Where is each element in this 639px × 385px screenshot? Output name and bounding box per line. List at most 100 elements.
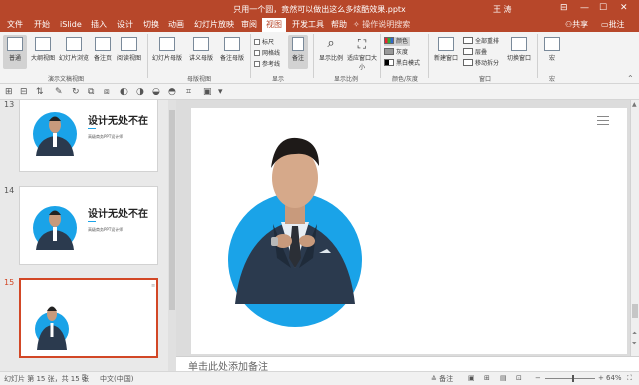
slide-thumbnail-pane[interactable]: 13 设计无处不在 高级商务PPT设计师 14 设计无处不在 高级商务PPT设计… bbox=[0, 100, 171, 371]
slide-sorter-button[interactable]: 幻灯片浏览 bbox=[58, 35, 90, 69]
thumbnail-scrollbar[interactable] bbox=[168, 100, 176, 371]
tab-slideshow[interactable]: 幻灯片放映 bbox=[194, 18, 234, 32]
notes-toggle-button[interactable]: 备注 bbox=[288, 35, 308, 69]
rotate-icon[interactable]: ↻ bbox=[72, 87, 80, 97]
notes-pane[interactable]: 单击此处添加备注 bbox=[176, 356, 639, 373]
tab-help[interactable]: 帮助 bbox=[331, 18, 347, 32]
slideshow-status-icon[interactable]: ⊡ bbox=[516, 374, 522, 382]
handout-master-icon bbox=[193, 37, 209, 51]
editor-scrollbar[interactable]: ▲ ⏶ ⏷ bbox=[630, 100, 639, 356]
slide-counter: 幻灯片 第 15 张，共 15 张 bbox=[4, 375, 89, 383]
guides-checkbox[interactable]: 参考线 bbox=[254, 59, 280, 68]
format-painter-icon[interactable]: ✎ bbox=[55, 87, 63, 97]
tell-me-search[interactable]: ✧ 操作说明搜索 bbox=[353, 18, 410, 32]
zoom-slider-thumb[interactable] bbox=[572, 375, 574, 382]
reading-view-button[interactable]: 阅读视图 bbox=[115, 35, 143, 69]
shape-intersect-icon[interactable]: ◑ bbox=[136, 87, 144, 97]
crop-icon[interactable]: ⌗ bbox=[186, 87, 191, 97]
move-split-button[interactable]: 移动拆分 bbox=[463, 59, 499, 68]
zoom-slider-track[interactable] bbox=[545, 378, 595, 379]
scroll-up-icon[interactable]: ▲ bbox=[632, 101, 637, 108]
arrange-all-icon bbox=[463, 37, 473, 44]
ungroup-icon[interactable]: ⧈ bbox=[104, 87, 110, 97]
macros-button[interactable]: 宏 bbox=[542, 35, 562, 69]
current-slide[interactable] bbox=[191, 108, 627, 354]
arrange-all-button[interactable]: 全部重排 bbox=[463, 37, 499, 46]
share-button[interactable]: ⚇共享 bbox=[565, 18, 588, 32]
group-label-color: 颜色/灰度 bbox=[392, 76, 419, 83]
comments-button[interactable]: ▭批注 bbox=[601, 18, 625, 32]
distribute-icon[interactable]: ⊟ bbox=[20, 87, 28, 97]
slide-sorter-status-icon[interactable]: ⊞ bbox=[484, 374, 490, 382]
ruler-checkbox[interactable]: 标尺 bbox=[254, 37, 274, 46]
notes-status-button[interactable]: ≙ 备注 bbox=[431, 374, 453, 384]
minimize-icon[interactable]: — bbox=[580, 2, 589, 14]
user-name[interactable]: 王 涛 bbox=[493, 4, 512, 15]
slide-sorter-icon bbox=[66, 37, 82, 51]
slide-editor[interactable] bbox=[176, 100, 639, 356]
collapse-ribbon-icon[interactable]: ⌃ bbox=[627, 74, 634, 83]
notes-master-button[interactable]: 备注母版 bbox=[217, 35, 247, 69]
slide-thumbnail-15[interactable]: ≡ bbox=[19, 278, 158, 358]
prev-slide-icon[interactable]: ⏶ bbox=[632, 330, 637, 338]
fit-slide-icon[interactable]: ⛶ bbox=[627, 374, 632, 383]
grayscale-button[interactable]: 灰度 bbox=[384, 48, 408, 57]
gridlines-checkbox[interactable]: 网格线 bbox=[254, 48, 280, 57]
reading-view-icon bbox=[121, 37, 137, 51]
normal-view-icon bbox=[7, 37, 23, 51]
tab-developer[interactable]: 开发工具 bbox=[292, 18, 324, 32]
cascade-button[interactable]: 层叠 bbox=[463, 48, 487, 57]
image-icon[interactable]: ▣ bbox=[203, 87, 212, 97]
slide-thumbnail-13[interactable]: 设计无处不在 高级商务PPT设计师 bbox=[19, 100, 158, 172]
tab-transitions[interactable]: 切换 bbox=[143, 18, 159, 32]
reading-view-status-icon[interactable]: ▤ bbox=[500, 374, 507, 382]
shape-subtract-icon[interactable]: ◒ bbox=[152, 87, 160, 97]
align-icon[interactable]: ⊞ bbox=[5, 87, 13, 97]
color-mode-button[interactable]: 颜色 bbox=[384, 37, 411, 46]
switch-windows-button[interactable]: 切换窗口 bbox=[505, 35, 533, 69]
ribbon-display-options-icon[interactable]: ⊟ bbox=[560, 2, 568, 14]
shape-union-icon[interactable]: ◐ bbox=[120, 87, 128, 97]
language-indicator[interactable]: 中文(中国) bbox=[100, 374, 133, 384]
tab-islide[interactable]: iSlide bbox=[60, 18, 82, 32]
spellcheck-icon[interactable]: ⎘ bbox=[82, 374, 88, 383]
slide-title: 设计无处不在 bbox=[88, 116, 148, 127]
group-label-macros: 宏 bbox=[549, 76, 556, 83]
maximize-icon[interactable]: ☐ bbox=[599, 2, 607, 14]
tab-home[interactable]: 开始 bbox=[34, 18, 50, 32]
scrollbar-thumb[interactable] bbox=[632, 304, 638, 318]
slide-thumbnail-14[interactable]: 设计无处不在 高级商务PPT设计师 bbox=[19, 186, 158, 265]
zoom-button[interactable]: ⌕ 显示比例 bbox=[316, 35, 346, 69]
more-icon[interactable]: ▾ bbox=[218, 87, 223, 97]
black-white-button[interactable]: 黑白模式 bbox=[384, 59, 420, 68]
accent-line bbox=[88, 128, 96, 129]
scrollbar-thumb[interactable] bbox=[169, 110, 175, 310]
zoom-in-icon[interactable]: + bbox=[598, 374, 604, 382]
outline-view-button[interactable]: 大纲视图 bbox=[29, 35, 57, 69]
close-icon[interactable]: ✕ bbox=[620, 2, 628, 14]
tab-animations[interactable]: 动画 bbox=[168, 18, 184, 32]
magnifier-icon: ⌕ bbox=[327, 36, 335, 51]
color-swatch-icon bbox=[384, 37, 394, 44]
tab-review[interactable]: 审阅 bbox=[241, 18, 257, 32]
tab-insert[interactable]: 插入 bbox=[91, 18, 107, 32]
next-slide-icon[interactable]: ⏷ bbox=[632, 340, 637, 348]
tab-view[interactable]: 视图 bbox=[262, 18, 286, 32]
tab-design[interactable]: 设计 bbox=[117, 18, 133, 32]
handout-master-button[interactable]: 讲义母版 bbox=[186, 35, 216, 69]
shape-fragment-icon[interactable]: ◓ bbox=[168, 87, 176, 97]
outline-view-icon bbox=[35, 37, 51, 51]
slide-master-button[interactable]: 幻灯片母版 bbox=[151, 35, 183, 69]
zoom-level[interactable]: 64% bbox=[606, 374, 622, 382]
new-window-button[interactable]: 新建窗口 bbox=[432, 35, 460, 69]
normal-view-status-icon[interactable]: ▣ bbox=[468, 374, 475, 382]
accent-line bbox=[88, 221, 96, 222]
zoom-out-icon[interactable]: − bbox=[535, 374, 541, 382]
arrange-icon[interactable]: ⇅ bbox=[36, 87, 44, 97]
fit-to-window-button[interactable]: ⛶ 适应窗口大小 bbox=[347, 35, 377, 71]
group-icon[interactable]: ⧉ bbox=[88, 87, 94, 97]
notes-page-button[interactable]: 备注页 bbox=[91, 35, 115, 69]
normal-view-button[interactable]: 普通 bbox=[3, 35, 27, 69]
tab-file[interactable]: 文件 bbox=[7, 18, 23, 32]
group-label-zoom: 显示比例 bbox=[334, 76, 359, 83]
